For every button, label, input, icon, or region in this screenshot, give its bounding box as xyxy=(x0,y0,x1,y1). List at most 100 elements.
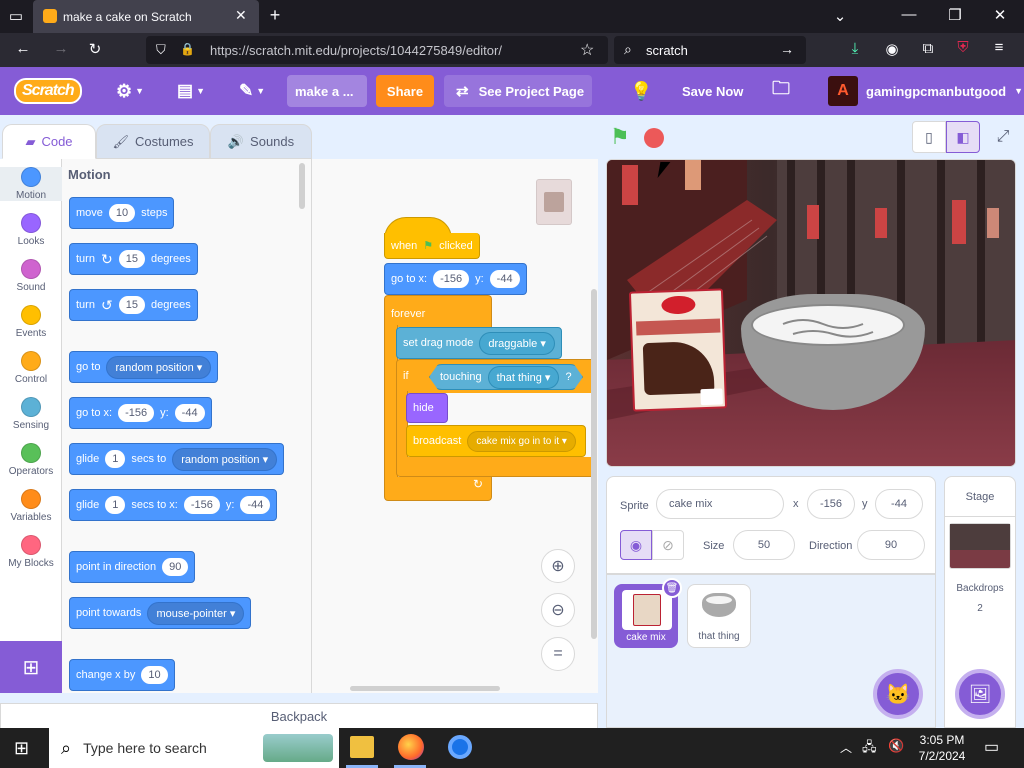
palette-scrollbar[interactable] xyxy=(299,163,305,209)
tracking-shield-icon[interactable]: ⛉ xyxy=(156,42,166,58)
category-events[interactable]: Events xyxy=(0,305,62,339)
taskbar-search[interactable]: ⌕ Type here to search xyxy=(49,728,339,768)
block-dropdown[interactable]: random position ▾ xyxy=(106,355,212,379)
block-input[interactable]: -44 xyxy=(240,496,271,514)
block-glide-to-xy[interactable]: glide 1 secs to x: -156 y: -44 xyxy=(69,489,278,521)
block-move-steps[interactable]: move 10 steps xyxy=(69,197,175,229)
block-input[interactable]: 1 xyxy=(105,496,126,514)
x-position-input[interactable]: -156 xyxy=(807,489,855,519)
stop-icon[interactable] xyxy=(644,128,664,148)
block-set-drag-mode[interactable]: set drag mode draggable ▾ xyxy=(396,327,562,359)
edit-menu-icon[interactable]: ✎ ▼ xyxy=(239,67,265,115)
block-when-flag-clicked[interactable]: when ⚑ clicked xyxy=(384,233,480,259)
extensions-icon[interactable]: ⧉ xyxy=(917,40,939,57)
block-go-to-xy[interactable]: go to x: -156 y: -44 xyxy=(69,397,212,429)
small-stage-icon[interactable]: ▯ xyxy=(912,121,946,153)
category-motion[interactable]: Motion xyxy=(0,167,62,201)
size-input[interactable]: 50 xyxy=(733,530,795,560)
tab-costumes[interactable]: 🖌 Costumes xyxy=(96,124,210,159)
category-looks[interactable]: Looks xyxy=(0,213,62,247)
stage-selector[interactable]: Stage Backdrops 2 🖼 xyxy=(944,476,1016,728)
block-input[interactable]: 90 xyxy=(162,558,189,576)
block-input[interactable]: -156 xyxy=(118,404,155,422)
block-glide-to[interactable]: glide 1 secs to random position ▾ xyxy=(69,443,285,475)
block-dropdown[interactable]: that thing ▾ xyxy=(487,365,560,389)
block-change-x[interactable]: change x by 10 xyxy=(69,659,175,691)
choose-sprite-button[interactable]: 🐱 xyxy=(873,669,923,719)
account-icon[interactable]: ◉ xyxy=(881,40,903,58)
account-menu[interactable]: A gamingpcmanbutgood ▼ xyxy=(828,67,1023,115)
block-hide[interactable]: hide xyxy=(406,393,448,423)
save-now-button[interactable]: Save Now xyxy=(682,67,743,115)
my-stuff-folder-icon[interactable]: 🗀 xyxy=(772,67,790,115)
see-project-page-button[interactable]: ⇄ See Project Page xyxy=(444,75,592,107)
lock-icon[interactable]: 🔒 xyxy=(180,42,195,56)
category-my-blocks[interactable]: My Blocks xyxy=(0,535,62,569)
hide-sprite-eye-icon[interactable]: ⊘ xyxy=(652,530,684,560)
windows-start-icon[interactable]: ⊞ xyxy=(14,738,29,759)
block-turn-right[interactable]: turn ↻ 15 degrees xyxy=(69,243,198,275)
block-input[interactable]: 10 xyxy=(108,204,136,222)
restore-icon[interactable]: ❐ xyxy=(944,6,966,24)
tab-sounds[interactable]: 🔊 Sounds xyxy=(210,124,312,159)
category-sound[interactable]: Sound xyxy=(0,259,62,293)
downloads-icon[interactable]: ⤓ xyxy=(844,40,866,57)
cake-mix-sprite[interactable] xyxy=(628,288,728,412)
stage-canvas[interactable] xyxy=(606,159,1016,467)
choose-backdrop-button[interactable]: 🖼 xyxy=(955,669,1005,719)
new-tab-icon[interactable]: + xyxy=(264,5,286,26)
block-input[interactable]: 10 xyxy=(141,666,168,684)
reload-icon[interactable]: ↻ xyxy=(84,40,106,58)
block-input[interactable]: -156 xyxy=(433,270,470,288)
block-dropdown[interactable]: mouse-pointer ▾ xyxy=(147,601,245,625)
zoom-in-button[interactable]: ⊕ xyxy=(541,549,575,583)
share-button[interactable]: Share xyxy=(376,75,434,107)
block-if[interactable]: if touching that thing ▾ ? xyxy=(396,359,594,393)
sprite-name-input[interactable]: cake mix xyxy=(656,489,784,519)
category-sensing[interactable]: Sensing xyxy=(0,397,62,431)
block-dropdown[interactable]: random position ▾ xyxy=(172,447,278,471)
block-input[interactable]: 1 xyxy=(105,450,126,468)
url-bar[interactable]: ⛉ 🔒 https://scratch.mit.edu/projects/104… xyxy=(146,36,608,64)
zoom-reset-button[interactable]: = xyxy=(541,637,575,671)
search-go-icon[interactable]: → xyxy=(780,41,794,57)
browser-tab[interactable]: make a cake on Scratch ✕ xyxy=(33,0,259,33)
block-input[interactable]: 15 xyxy=(118,296,145,314)
network-icon[interactable]: 🖧 xyxy=(862,738,877,760)
file-explorer-icon[interactable] xyxy=(350,736,374,758)
delete-sprite-icon[interactable]: 🗑 xyxy=(662,578,682,598)
url-text[interactable]: https://scratch.mit.edu/projects/1044275… xyxy=(210,43,502,58)
notifications-icon[interactable]: ▭ xyxy=(984,737,999,757)
tab-list-icon[interactable]: ▭ xyxy=(5,7,27,25)
search-bar[interactable]: ⌕ scratch → xyxy=(614,36,806,64)
show-hidden-icons-icon[interactable]: ︿ xyxy=(840,739,852,756)
block-input[interactable]: -44 xyxy=(489,270,520,288)
block-point-in-direction[interactable]: point in direction 90 xyxy=(69,551,196,583)
forward-icon[interactable]: → xyxy=(50,40,72,57)
minimize-icon[interactable]: — xyxy=(898,6,920,23)
category-operators[interactable]: Operators xyxy=(0,443,62,477)
ublock-icon[interactable]: ⛨ xyxy=(952,39,974,56)
category-variables[interactable]: Variables xyxy=(0,489,62,523)
that-thing-sprite[interactable] xyxy=(741,294,925,410)
sprite-thumb-that-thing[interactable]: that thing xyxy=(687,584,751,648)
volume-muted-icon[interactable]: 🔇 xyxy=(888,738,904,754)
clock-date[interactable]: 7/2/2024 xyxy=(912,749,972,763)
taskbar-app-icon[interactable] xyxy=(448,735,472,759)
y-position-input[interactable]: -44 xyxy=(875,489,923,519)
firefox-icon[interactable] xyxy=(398,734,424,760)
show-sprite-eye-icon[interactable]: ◉ xyxy=(620,530,652,560)
block-turn-left[interactable]: turn ↺ 15 degrees xyxy=(69,289,198,321)
close-window-icon[interactable]: ✕ xyxy=(989,6,1011,24)
block-broadcast[interactable]: broadcast cake mix go in to it ▾ xyxy=(406,425,586,457)
back-icon[interactable]: ← xyxy=(12,40,34,57)
file-menu-icon[interactable]: ▤ ▼ xyxy=(177,67,205,115)
block-point-towards[interactable]: point towards mouse-pointer ▾ xyxy=(69,597,252,629)
block-input[interactable]: -156 xyxy=(183,496,220,514)
tab-code[interactable]: ▰ Code xyxy=(2,124,96,159)
green-flag-icon[interactable]: ⚑ xyxy=(610,124,630,150)
zoom-out-button[interactable]: ⊖ xyxy=(541,593,575,627)
fullscreen-icon[interactable]: ⤢ xyxy=(986,121,1020,153)
search-text[interactable]: scratch xyxy=(646,43,688,58)
list-all-tabs-icon[interactable]: ⌄ xyxy=(829,7,851,25)
